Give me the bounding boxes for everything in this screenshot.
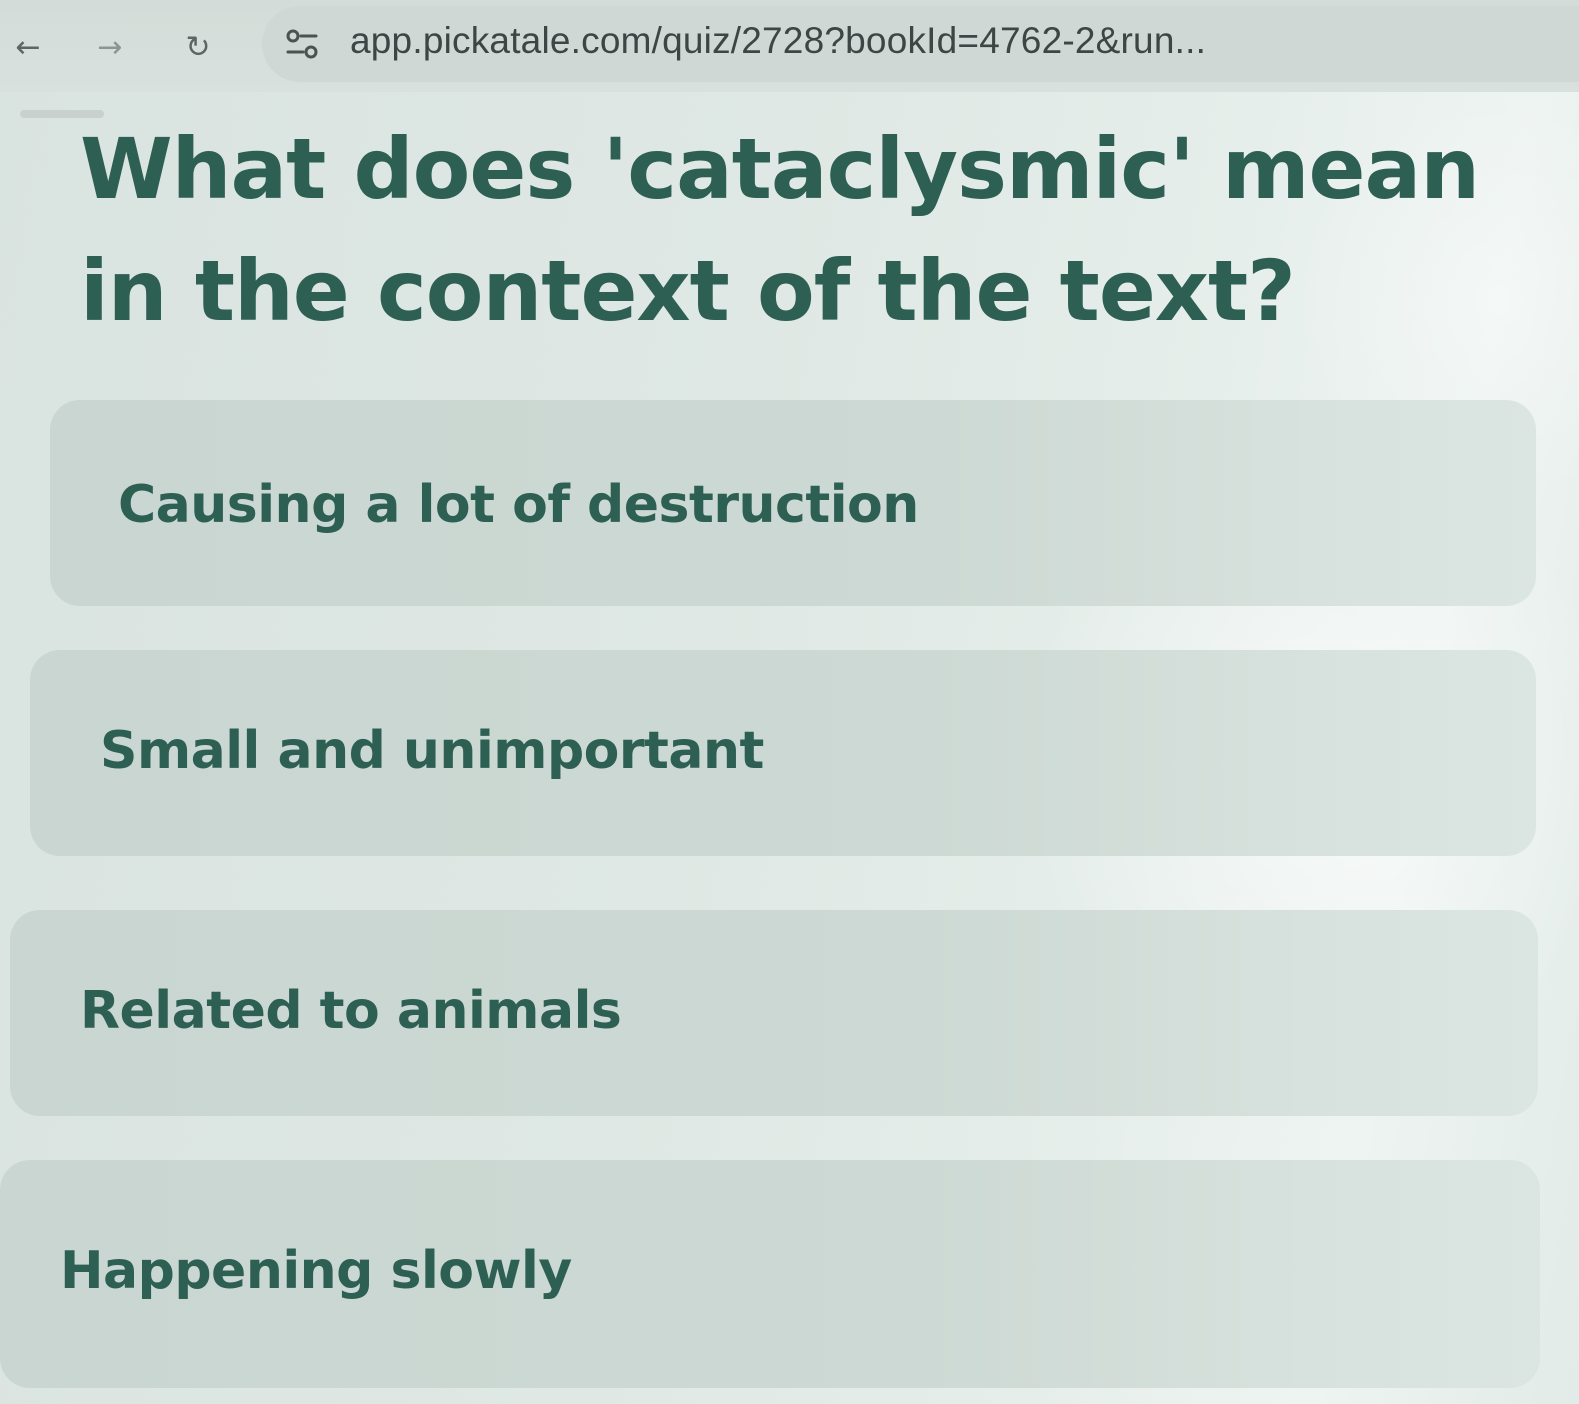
arrow-left-icon: ←: [15, 30, 41, 65]
reload-button[interactable]: ↻: [176, 26, 220, 70]
browser-toolbar: ← → ↻ app.pickatale.com/quiz/2728?bookId…: [0, 0, 1579, 92]
quiz-question: What does 'cataclysmic' mean in the cont…: [80, 120, 1480, 340]
answer-option-label: Small and unimportant: [100, 721, 764, 781]
reload-icon: ↻: [185, 30, 211, 65]
answer-option-label: Causing a lot of destruction: [118, 475, 919, 535]
site-settings-icon[interactable]: [284, 26, 320, 62]
answer-option-1[interactable]: Causing a lot of destruction: [50, 400, 1536, 606]
answer-option-4[interactable]: Happening slowly: [0, 1160, 1540, 1388]
arrow-right-icon: →: [97, 30, 123, 65]
answer-option-label: Happening slowly: [60, 1241, 572, 1301]
forward-button[interactable]: →: [88, 26, 132, 70]
answer-option-label: Related to animals: [80, 981, 622, 1041]
url-text[interactable]: app.pickatale.com/quiz/2728?bookId=4762-…: [350, 20, 1206, 62]
answer-option-3[interactable]: Related to animals: [10, 910, 1538, 1116]
answer-option-2[interactable]: Small and unimportant: [30, 650, 1536, 856]
address-bar[interactable]: app.pickatale.com/quiz/2728?bookId=4762-…: [262, 6, 1579, 82]
back-button[interactable]: ←: [6, 26, 50, 70]
